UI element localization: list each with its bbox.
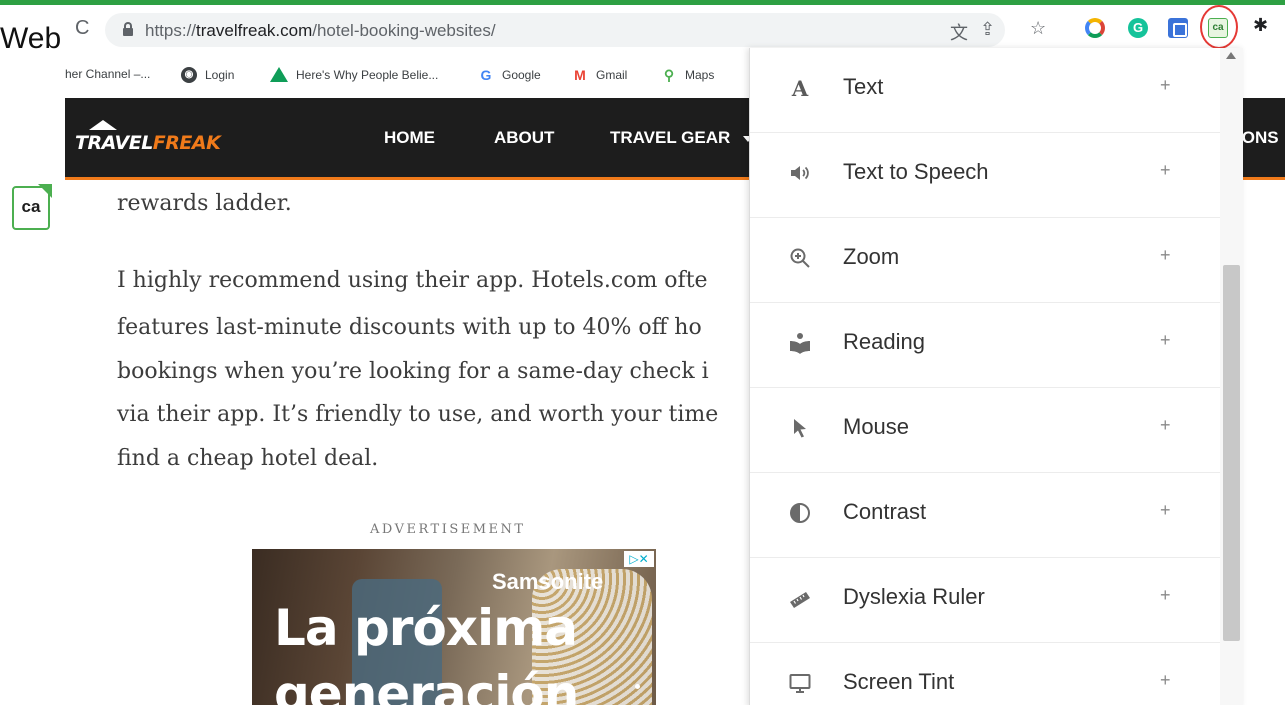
expand-plus-icon[interactable]: + [1160, 330, 1171, 351]
menu-item-label: Contrast [843, 499, 927, 524]
menu-item-label: Screen Tint [843, 669, 955, 694]
expand-plus-icon[interactable]: + [1160, 245, 1171, 266]
accessibility-widget-label: ca [21, 197, 41, 216]
zoom-icon [787, 246, 813, 272]
expand-plus-icon[interactable]: + [1160, 585, 1171, 606]
menu-item-label: Text to Speech [843, 159, 989, 184]
monitor-icon [787, 671, 813, 697]
expand-plus-icon[interactable]: + [1160, 415, 1171, 436]
nav-travel-gear[interactable]: TRAVEL GEAR [610, 128, 730, 148]
speaker-icon [787, 161, 813, 187]
bookmark-item[interactable]: her Channel –... [65, 67, 150, 81]
menu-item-label: Zoom [843, 244, 900, 269]
advertisement-label: ADVERTISEMENT [370, 522, 526, 537]
gmail-icon: M [574, 67, 586, 83]
menu-item-zoom[interactable]: Zoom + [750, 218, 1220, 303]
logo-word-accent: FREAK [152, 132, 221, 154]
bookmark-star-icon[interactable]: ☆ [1030, 18, 1046, 39]
article-line: I highly recommend using their app. Hote… [117, 268, 708, 293]
bookmark-item[interactable]: G Google [478, 67, 541, 83]
expand-plus-icon[interactable]: + [1160, 500, 1171, 521]
ad-brand: Samsonite [492, 569, 604, 594]
color-ring-extension-icon[interactable] [1085, 18, 1105, 38]
expand-plus-icon[interactable]: + [1160, 160, 1171, 181]
article-line: features last-minute discounts with up t… [117, 315, 702, 340]
bookmark-label: Login [205, 68, 235, 82]
reload-icon[interactable]: C [75, 17, 89, 40]
globe-icon: ◉ [181, 67, 197, 83]
bookmark-label: Gmail [596, 68, 628, 82]
url-path: /hotel-booking-websites/ [312, 21, 496, 40]
menu-item-label: Reading [843, 329, 925, 354]
article-line: rewards ladder. [117, 191, 292, 216]
menu-item-label: Text [843, 74, 884, 99]
screenshot-root: Web C https://travelfreak.com/hotel-book… [0, 0, 1285, 705]
panel-scrollbar-thumb[interactable] [1223, 265, 1240, 641]
contrast-icon [787, 501, 813, 527]
accessibility-widget-button[interactable]: ca [12, 184, 52, 230]
logo-word-main: TRAVEL [75, 132, 153, 154]
menu-item-contrast[interactable]: Contrast + [750, 473, 1220, 558]
url-host: travelfreak.com [196, 21, 313, 40]
bookmark-item[interactable]: Here's Why People Belie... [270, 67, 438, 82]
menu-item-label: Mouse [843, 414, 910, 439]
bookmark-label: Google [502, 68, 541, 82]
lock-icon[interactable] [123, 22, 133, 36]
expand-plus-icon[interactable]: + [1160, 670, 1171, 691]
ad-headline-second: generación [274, 665, 579, 705]
expand-plus-icon[interactable]: + [1160, 75, 1171, 96]
menu-item-text-to-speech[interactable]: Text to Speech + [750, 133, 1220, 218]
menu-item-reading[interactable]: Reading + [750, 303, 1220, 388]
accessibility-panel: A Text + Text to Speech + Zoom + Reading… [749, 48, 1243, 705]
grammarly-extension-icon[interactable]: G [1128, 18, 1148, 38]
text-icon: A [791, 76, 809, 101]
ruler-icon [787, 586, 813, 612]
slide-title-fragment: Web [0, 22, 62, 55]
url-text[interactable]: https://travelfreak.com/hotel-booking-we… [145, 21, 496, 41]
bookmarks-bar: her Channel –... ◉ Login Here's Why Peopl… [65, 57, 765, 93]
blue-square-extension-icon[interactable] [1168, 18, 1188, 38]
menu-item-label: Dyslexia Ruler [843, 584, 985, 609]
url-prefix: https:// [145, 21, 197, 40]
nav-home[interactable]: HOME [384, 128, 435, 148]
puzzle-icon[interactable]: ✱ [1253, 15, 1268, 36]
article-line: find a cheap hotel deal. [117, 446, 379, 471]
menu-item-screen-tint[interactable]: Screen Tint + [750, 643, 1220, 705]
article-line: bookings when you’re looking for a same-… [117, 359, 709, 384]
drive-icon [270, 67, 288, 82]
ad-choices-icon[interactable]: ▷✕ [624, 551, 654, 567]
bookmark-item[interactable]: M Gmail [572, 67, 627, 83]
highlight-circle [1200, 5, 1238, 49]
translate-icon[interactable]: 文 [950, 19, 968, 45]
reading-icon [787, 331, 813, 357]
maps-icon: ⚲ [663, 67, 675, 83]
article-line: via their app. It’s friendly to use, and… [117, 402, 719, 427]
google-icon: G [480, 67, 492, 83]
bookmark-label: Maps [685, 68, 715, 82]
share-icon[interactable]: ⇪ [980, 19, 995, 40]
mouse-pointer-icon [787, 416, 813, 442]
nav-partial-item[interactable]: IONS [1237, 128, 1279, 148]
bookmark-item[interactable]: ◉ Login [181, 67, 234, 83]
bookmark-label: her Channel –... [65, 67, 151, 81]
menu-item-mouse[interactable]: Mouse + [750, 388, 1220, 473]
ad-carousel-dot [635, 684, 640, 689]
ad-headline: La próxima [274, 599, 578, 657]
menu-item-text[interactable]: A Text + [750, 48, 1220, 133]
menu-item-dyslexia-ruler[interactable]: Dyslexia Ruler + [750, 558, 1220, 643]
advertisement-banner[interactable]: Samsonite La próxima generación ▷✕ [252, 549, 656, 705]
mountain-icon [89, 120, 117, 130]
bookmark-label: Here's Why People Belie... [296, 67, 439, 82]
bookmark-item[interactable]: ⚲ Maps [661, 67, 714, 83]
address-bar[interactable]: https://travelfreak.com/hotel-booking-we… [105, 13, 1005, 47]
scroll-up-icon[interactable] [1226, 52, 1236, 59]
nav-about[interactable]: ABOUT [494, 128, 554, 148]
